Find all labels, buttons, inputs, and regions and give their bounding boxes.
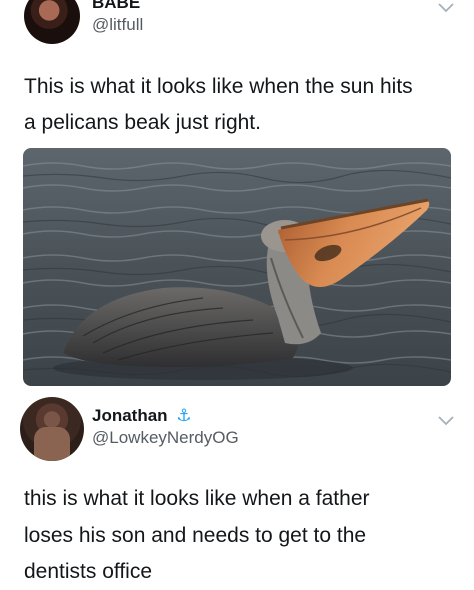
handle[interactable]: @litfull: [92, 15, 143, 35]
avatar-figure: [34, 427, 70, 461]
handle[interactable]: @LowkeyNerdyOG: [92, 428, 239, 448]
chevron-down-icon[interactable]: [437, 415, 455, 427]
avatar[interactable]: [20, 397, 84, 461]
display-name[interactable]: Jonathan ⚓: [92, 406, 192, 426]
tweet-text-line: dentists office: [24, 560, 153, 583]
avatar[interactable]: [24, 0, 80, 44]
tweet-text-line: a pelicans beak just right.: [24, 111, 261, 134]
display-name-text: Jonathan: [92, 406, 168, 425]
tweet-text-line: loses his son and needs to get to the: [24, 524, 367, 547]
chevron-down-icon[interactable]: [437, 2, 455, 14]
tweet-text-line: This is what it looks like when the sun …: [24, 75, 413, 98]
tweet-text-line: this is what it looks like when a father: [24, 487, 370, 510]
tweet-lowkeynerdyog: Jonathan ⚓ @LowkeyNerdyOG this is what i…: [0, 395, 474, 587]
anchor-icon: ⚓: [176, 406, 192, 425]
tweet-litfull: BABE @litfull This is what it looks like…: [0, 0, 474, 395]
pelican-photo[interactable]: [23, 148, 451, 386]
display-name[interactable]: BABE: [92, 0, 140, 13]
